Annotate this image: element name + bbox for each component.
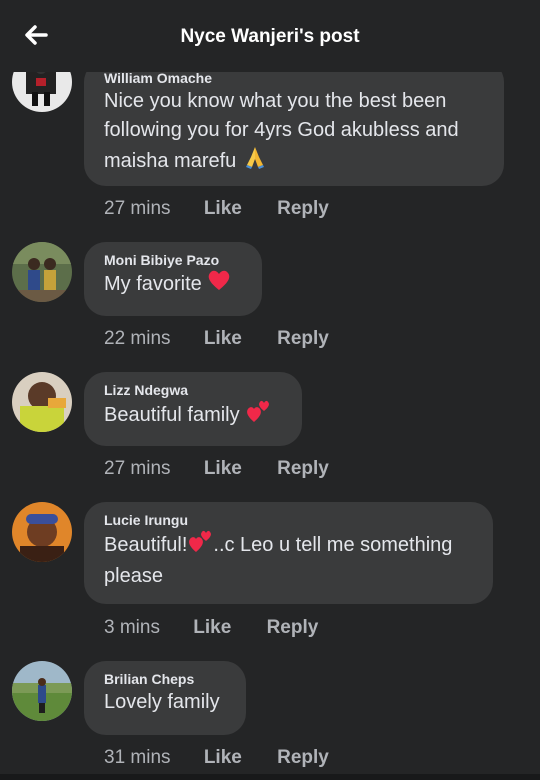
- avatar[interactable]: [12, 242, 72, 302]
- bottom-divider: [0, 774, 540, 780]
- comment-bubble: Lucie Irungu Beautiful! ..c Leo u tell m…: [84, 502, 493, 604]
- comment-text: Nice you know what you the best been fol…: [104, 87, 484, 178]
- reply-button[interactable]: Reply: [277, 198, 329, 220]
- comment-author[interactable]: Moni Bibiye Pazo: [104, 251, 242, 269]
- comment-actions: 27 mins Like Reply: [104, 198, 329, 220]
- like-button[interactable]: Like: [204, 458, 242, 480]
- avatar[interactable]: [12, 661, 72, 721]
- comment-time: 22 mins: [104, 328, 171, 349]
- comment-actions: 3 mins Like Reply: [104, 617, 318, 639]
- two-hearts-icon: [187, 529, 213, 562]
- reply-button[interactable]: Reply: [277, 458, 329, 480]
- avatar[interactable]: [12, 372, 72, 432]
- comment-text-body: My favorite: [104, 272, 202, 295]
- comment-time: 27 mins: [104, 198, 171, 219]
- two-hearts-icon: [245, 399, 271, 432]
- reply-button[interactable]: Reply: [267, 617, 319, 639]
- comment-author[interactable]: Lucie Irungu: [104, 511, 473, 529]
- reply-button[interactable]: Reply: [277, 328, 329, 350]
- comment-actions: 31 mins Like Reply: [104, 747, 329, 769]
- comment-text-body: Beautiful family: [104, 403, 240, 426]
- reply-button[interactable]: Reply: [277, 747, 329, 769]
- comment-bubble: Brilian Cheps Lovely family: [84, 661, 246, 735]
- comment-text-before: Beautiful!: [104, 533, 188, 556]
- page-title: Nyce Wanjeri's post: [180, 26, 360, 47]
- comment-bubble: William Omache Nice you know what you th…: [84, 60, 504, 186]
- like-button[interactable]: Like: [204, 198, 242, 220]
- top-app-bar: Nyce Wanjeri's post: [0, 0, 540, 72]
- comment-time: 27 mins: [104, 458, 171, 479]
- comment-bubble: Lizz Ndegwa Beautiful family: [84, 372, 302, 446]
- comment-text: Lovely family: [104, 691, 220, 713]
- comment-time: 3 mins: [104, 617, 160, 638]
- comments-list: William Omache Nice you know what you th…: [0, 0, 540, 780]
- folded-hands-icon: [242, 145, 268, 178]
- like-button[interactable]: Like: [193, 617, 231, 639]
- comment-text: Beautiful! ..c Leo u tell me something p…: [104, 529, 473, 591]
- comment-actions: 22 mins Like Reply: [104, 328, 329, 350]
- comment-text: Beautiful family: [104, 399, 282, 432]
- like-button[interactable]: Like: [204, 747, 242, 769]
- comment-time: 31 mins: [104, 747, 171, 768]
- avatar[interactable]: [12, 502, 72, 562]
- comment-bubble: Moni Bibiye Pazo My favorite: [84, 242, 262, 316]
- comment-actions: 27 mins Like Reply: [104, 458, 329, 480]
- red-heart-icon: [207, 269, 231, 300]
- comment-text-body: Nice you know what you the best been fol…: [104, 90, 459, 172]
- like-button[interactable]: Like: [204, 328, 242, 350]
- comment-author[interactable]: Brilian Cheps: [104, 670, 226, 688]
- comment-author[interactable]: Lizz Ndegwa: [104, 381, 282, 399]
- comment-text: My favorite: [104, 269, 242, 300]
